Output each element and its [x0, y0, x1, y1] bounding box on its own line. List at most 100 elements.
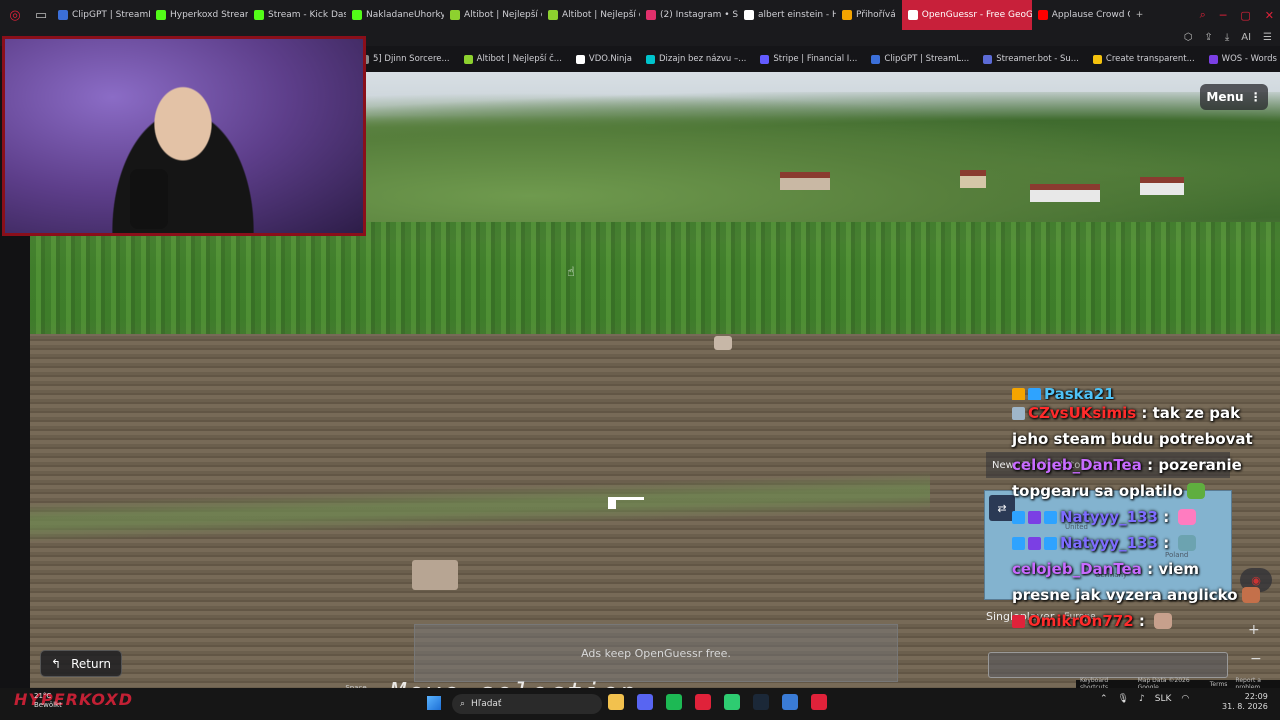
- tab-favicon-icon: [646, 10, 656, 20]
- taskbar-search[interactable]: ⌕ Hľadať: [452, 694, 602, 714]
- chat-badge-icon: [1044, 511, 1057, 524]
- hand-cursor-icon: ☝: [567, 265, 575, 280]
- chat-emote-icon: [1178, 509, 1197, 525]
- weather-temp: 21°C: [34, 692, 52, 700]
- browser-tab[interactable]: Altibot | Nejlepší č: [444, 0, 542, 30]
- taskbar-app-icon[interactable]: [695, 694, 711, 710]
- browser-tab[interactable]: (2) Instagram • Sp: [640, 0, 738, 30]
- share-icon[interactable]: ⇪: [1204, 32, 1212, 43]
- bookmark-item[interactable]: Dizajn bez názvu –...: [646, 54, 746, 64]
- chat-username: Natyyy_133: [1060, 534, 1158, 552]
- new-tab-button[interactable]: +: [1130, 0, 1150, 30]
- windows-start-icon[interactable]: [427, 696, 441, 710]
- tab-manager-icon[interactable]: ▭: [30, 0, 52, 30]
- tab-favicon-icon: [450, 10, 460, 20]
- bookmark-item[interactable]: Streamer.bot - Su...: [983, 54, 1079, 64]
- bookmark-item[interactable]: VDO.Ninja: [575, 54, 632, 64]
- opera-gx-logo-icon[interactable]: ◎: [0, 0, 30, 30]
- browser-tab[interactable]: Altibot | Nejlepší č: [542, 0, 640, 30]
- bookmark-item[interactable]: WOS - Words On...: [1208, 54, 1280, 64]
- clock-time: 22:09: [1244, 692, 1268, 701]
- house-image: [780, 172, 830, 190]
- bookmark-label: Streamer.bot - Su...: [996, 54, 1079, 64]
- chat-username: Natyyy_133: [1060, 508, 1158, 526]
- tray-chevron-icon[interactable]: ⌃: [1100, 694, 1108, 704]
- bookmark-label: 5] Djinn Sorcere...: [373, 54, 450, 64]
- bookmark-label: Create transparent...: [1105, 54, 1195, 64]
- minimize-icon[interactable]: ─: [1220, 9, 1227, 22]
- bookmark-label: Stripe | Financial I...: [773, 54, 858, 64]
- wifi-icon[interactable]: ◠: [1181, 694, 1189, 704]
- taskbar-app-icon[interactable]: [666, 694, 682, 710]
- taskbar-app-icon[interactable]: [637, 694, 653, 710]
- chat-badge-icon: [1028, 511, 1041, 524]
- browser-tab[interactable]: Applause Crowd C: [1032, 0, 1130, 30]
- tab-favicon-icon: [156, 10, 166, 20]
- ad-text: Ads keep OpenGuessr free.: [581, 646, 731, 660]
- chat-message: OmikrOn772 :: [1012, 608, 1262, 634]
- browser-tab[interactable]: NakladaneUhorky: [346, 0, 444, 30]
- chat-badge-icon: [1028, 388, 1041, 400]
- weather-desc: Bewölkt: [34, 701, 62, 709]
- volume-icon[interactable]: ♪: [1139, 694, 1145, 704]
- tab-label: Přihořívá: [856, 10, 896, 20]
- weather-widget[interactable]: 21°C Bewölkt: [34, 692, 62, 710]
- taskbar-clock[interactable]: 22:09 31. 8. 2026: [1222, 692, 1268, 712]
- map-footer-link[interactable]: Terms: [1210, 681, 1228, 688]
- search-label: Hľadať: [471, 699, 502, 709]
- menu-icon[interactable]: ☰: [1263, 32, 1272, 43]
- chat-badge-icon: [1012, 511, 1025, 524]
- bookmark-item[interactable]: 5] Djinn Sorcere...: [360, 54, 450, 64]
- taskbar-app-icon[interactable]: [811, 694, 827, 710]
- pano-arrow-marker[interactable]: [412, 560, 458, 590]
- map-footer: Keyboard shortcutsMap Data ©2026 GoogleT…: [1076, 677, 1280, 691]
- bookmark-favicon-icon: [871, 54, 881, 64]
- browser-tab[interactable]: ClipGPT | StreamLa: [52, 0, 150, 30]
- chat-emote-icon: [1186, 483, 1205, 499]
- tab-label: ClipGPT | StreamLa: [72, 10, 150, 20]
- taskbar-app-icon[interactable]: [753, 694, 769, 710]
- browser-tab[interactable]: Hyperkoxd Stream: [150, 0, 248, 30]
- extensions-icon[interactable]: ⬡: [1184, 32, 1193, 43]
- bookmark-item[interactable]: Create transparent...: [1092, 54, 1195, 64]
- bookmark-item[interactable]: Stripe | Financial I...: [760, 54, 857, 64]
- tab-label: albert einstein - H: [758, 10, 836, 20]
- return-button[interactable]: ↰ Return: [40, 650, 122, 677]
- language-indicator[interactable]: SLK: [1155, 694, 1172, 704]
- chat-message: CZvsUKsimis : tak ze pak jeho steam budu…: [1012, 400, 1262, 452]
- browser-tab[interactable]: albert einstein - H: [738, 0, 836, 30]
- selection-cursor-marker: [608, 497, 644, 509]
- pano-arrow-marker[interactable]: [714, 336, 732, 350]
- browser-tab[interactable]: OpenGuessr - Free GeoG: [901, 0, 1032, 30]
- chat-badge-icon: [1012, 537, 1025, 550]
- tab-bar: ◎ ▭ ClipGPT | StreamLa Hyperkoxd Stream St…: [0, 0, 1280, 30]
- taskbar-app-icon[interactable]: [724, 694, 740, 710]
- menu-button[interactable]: Menu ⋮: [1200, 84, 1268, 110]
- window-controls: ⌕ ─ ▢ ✕: [1200, 0, 1274, 30]
- close-icon[interactable]: ✕: [1265, 9, 1274, 22]
- ad-banner: Ads keep OpenGuessr free.: [414, 624, 898, 682]
- ai-button[interactable]: AI: [1241, 32, 1251, 43]
- chat-separator: :: [1141, 456, 1159, 474]
- tab-favicon-icon: [58, 10, 68, 20]
- browser-tab[interactable]: Přihořívá: [836, 0, 902, 30]
- bookmark-item[interactable]: ClipGPT | StreamL...: [871, 54, 969, 64]
- stream-chat-overlay: Paska21 CZvsUKsimis : tak ze pak jeho ste…: [1012, 388, 1262, 678]
- search-icon[interactable]: ⌕: [1200, 8, 1206, 22]
- bookmark-favicon-icon: [575, 54, 585, 64]
- download-icon[interactable]: ⤓: [1225, 32, 1229, 43]
- tab-favicon-icon: [744, 10, 754, 20]
- bookmark-item[interactable]: Altibot | Nejlepší č...: [463, 54, 562, 64]
- house-image: [960, 170, 986, 188]
- taskbar-app-icon[interactable]: [608, 694, 624, 710]
- browser-tab[interactable]: Stream - Kick Dash: [248, 0, 346, 30]
- microphone-icon[interactable]: 🎙: [1118, 694, 1129, 704]
- taskbar-app-icon[interactable]: [782, 694, 798, 710]
- tab-label: (2) Instagram • Sp: [660, 10, 738, 20]
- toolbar-icons: ⬡ ⇪ ⤓ AI ☰: [1184, 30, 1272, 44]
- chat-badge-icon: [1044, 537, 1057, 550]
- maximize-icon[interactable]: ▢: [1240, 9, 1250, 22]
- chat-username: OmikrOn772: [1028, 612, 1134, 630]
- chat-emote-icon: [1154, 613, 1173, 629]
- tab-favicon-icon: [1037, 10, 1048, 20]
